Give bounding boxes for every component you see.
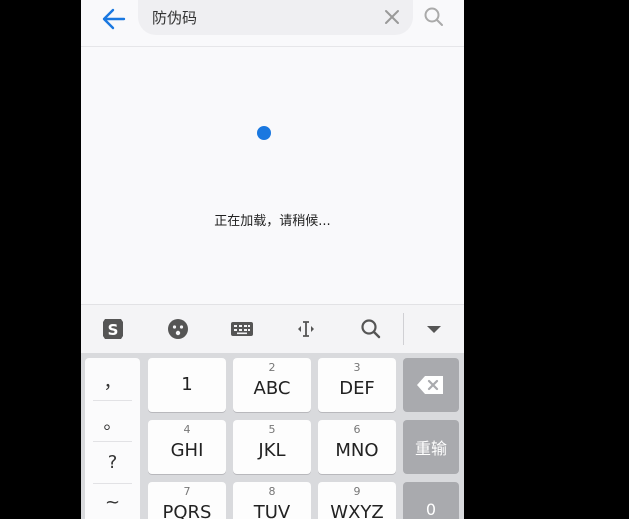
key-label: ABC [253,378,291,399]
key-label: DEF [339,378,375,399]
collapse-keyboard-icon[interactable] [419,315,449,343]
key-number: 3 [353,361,361,374]
key-4-ghi[interactable]: 4 GHI [148,420,226,474]
key-label: MNO [335,440,379,461]
key-1[interactable]: 1 [148,358,226,412]
loading-text: 正在加载，请稍候... [214,214,331,229]
key-label: PQRS [162,502,212,519]
loading-spinner-icon [257,126,271,140]
cursor-move-icon[interactable] [291,315,321,343]
search-icon[interactable] [423,6,445,28]
key-6-mno[interactable]: 6 MNO [318,420,396,474]
symbol-divider [93,441,132,442]
soft-keyboard: S ， 。 ? ~ 1 2 ABC 3 DEF 4 GHI 5 JKL 6 MN… [81,304,464,519]
search-header: 防伪码 [81,0,464,47]
reinput-button[interactable]: 重输 [403,420,459,474]
key-number: 7 [183,485,191,498]
sogou-logo-icon[interactable]: S [98,315,128,343]
key-number: 9 [353,485,361,498]
backspace-icon [417,376,443,394]
key-number: 4 [183,423,191,436]
toolbar-divider [403,313,404,345]
emoji-icon[interactable] [163,315,193,343]
key-8-tuv[interactable]: 8 TUV [233,482,311,519]
key-5-jkl[interactable]: 5 JKL [233,420,311,474]
key-number: 8 [268,485,276,498]
key-2-abc[interactable]: 2 ABC [233,358,311,412]
svg-text:S: S [108,321,119,339]
key-number: 2 [268,361,276,374]
symbol-comma[interactable]: ， [85,368,140,394]
search-input[interactable]: 防伪码 [138,0,413,35]
backspace-button[interactable] [403,358,459,412]
keyboard-toolbar: S [81,304,464,353]
key-label: TUV [253,502,291,519]
key-label: GHI [170,440,204,461]
keyboard-icon[interactable] [227,315,257,343]
key-9-wxyz[interactable]: 9 WXYZ [318,482,396,519]
back-arrow-icon[interactable] [99,6,127,32]
key-label: 1 [181,374,193,395]
key-label: JKL [258,440,286,461]
symbol-tilde[interactable]: ~ [85,492,140,513]
key-number: 6 [353,423,361,436]
symbol-divider [93,400,132,401]
key-3-def[interactable]: 3 DEF [318,358,396,412]
key-number: 5 [268,423,276,436]
keyboard-search-icon[interactable] [356,315,386,343]
symbol-column[interactable]: ， 。 ? ~ [85,358,140,519]
search-query: 防伪码 [152,9,198,27]
keypad: ， 。 ? ~ 1 2 ABC 3 DEF 4 GHI 5 JKL 6 MNO … [81,353,464,519]
key-0[interactable]: 0 [403,482,459,519]
symbol-question[interactable]: ? [85,452,140,473]
key-label: WXYZ [330,502,384,519]
key-7-pqrs[interactable]: 7 PQRS [148,482,226,519]
symbol-period[interactable]: 。 [85,409,140,435]
clear-icon[interactable] [383,8,401,26]
symbol-divider [93,483,132,484]
phone-screen: 防伪码 正在加载，请稍候... S ， 。 ? ~ 1 2 ABC 3 DEF … [81,0,464,519]
